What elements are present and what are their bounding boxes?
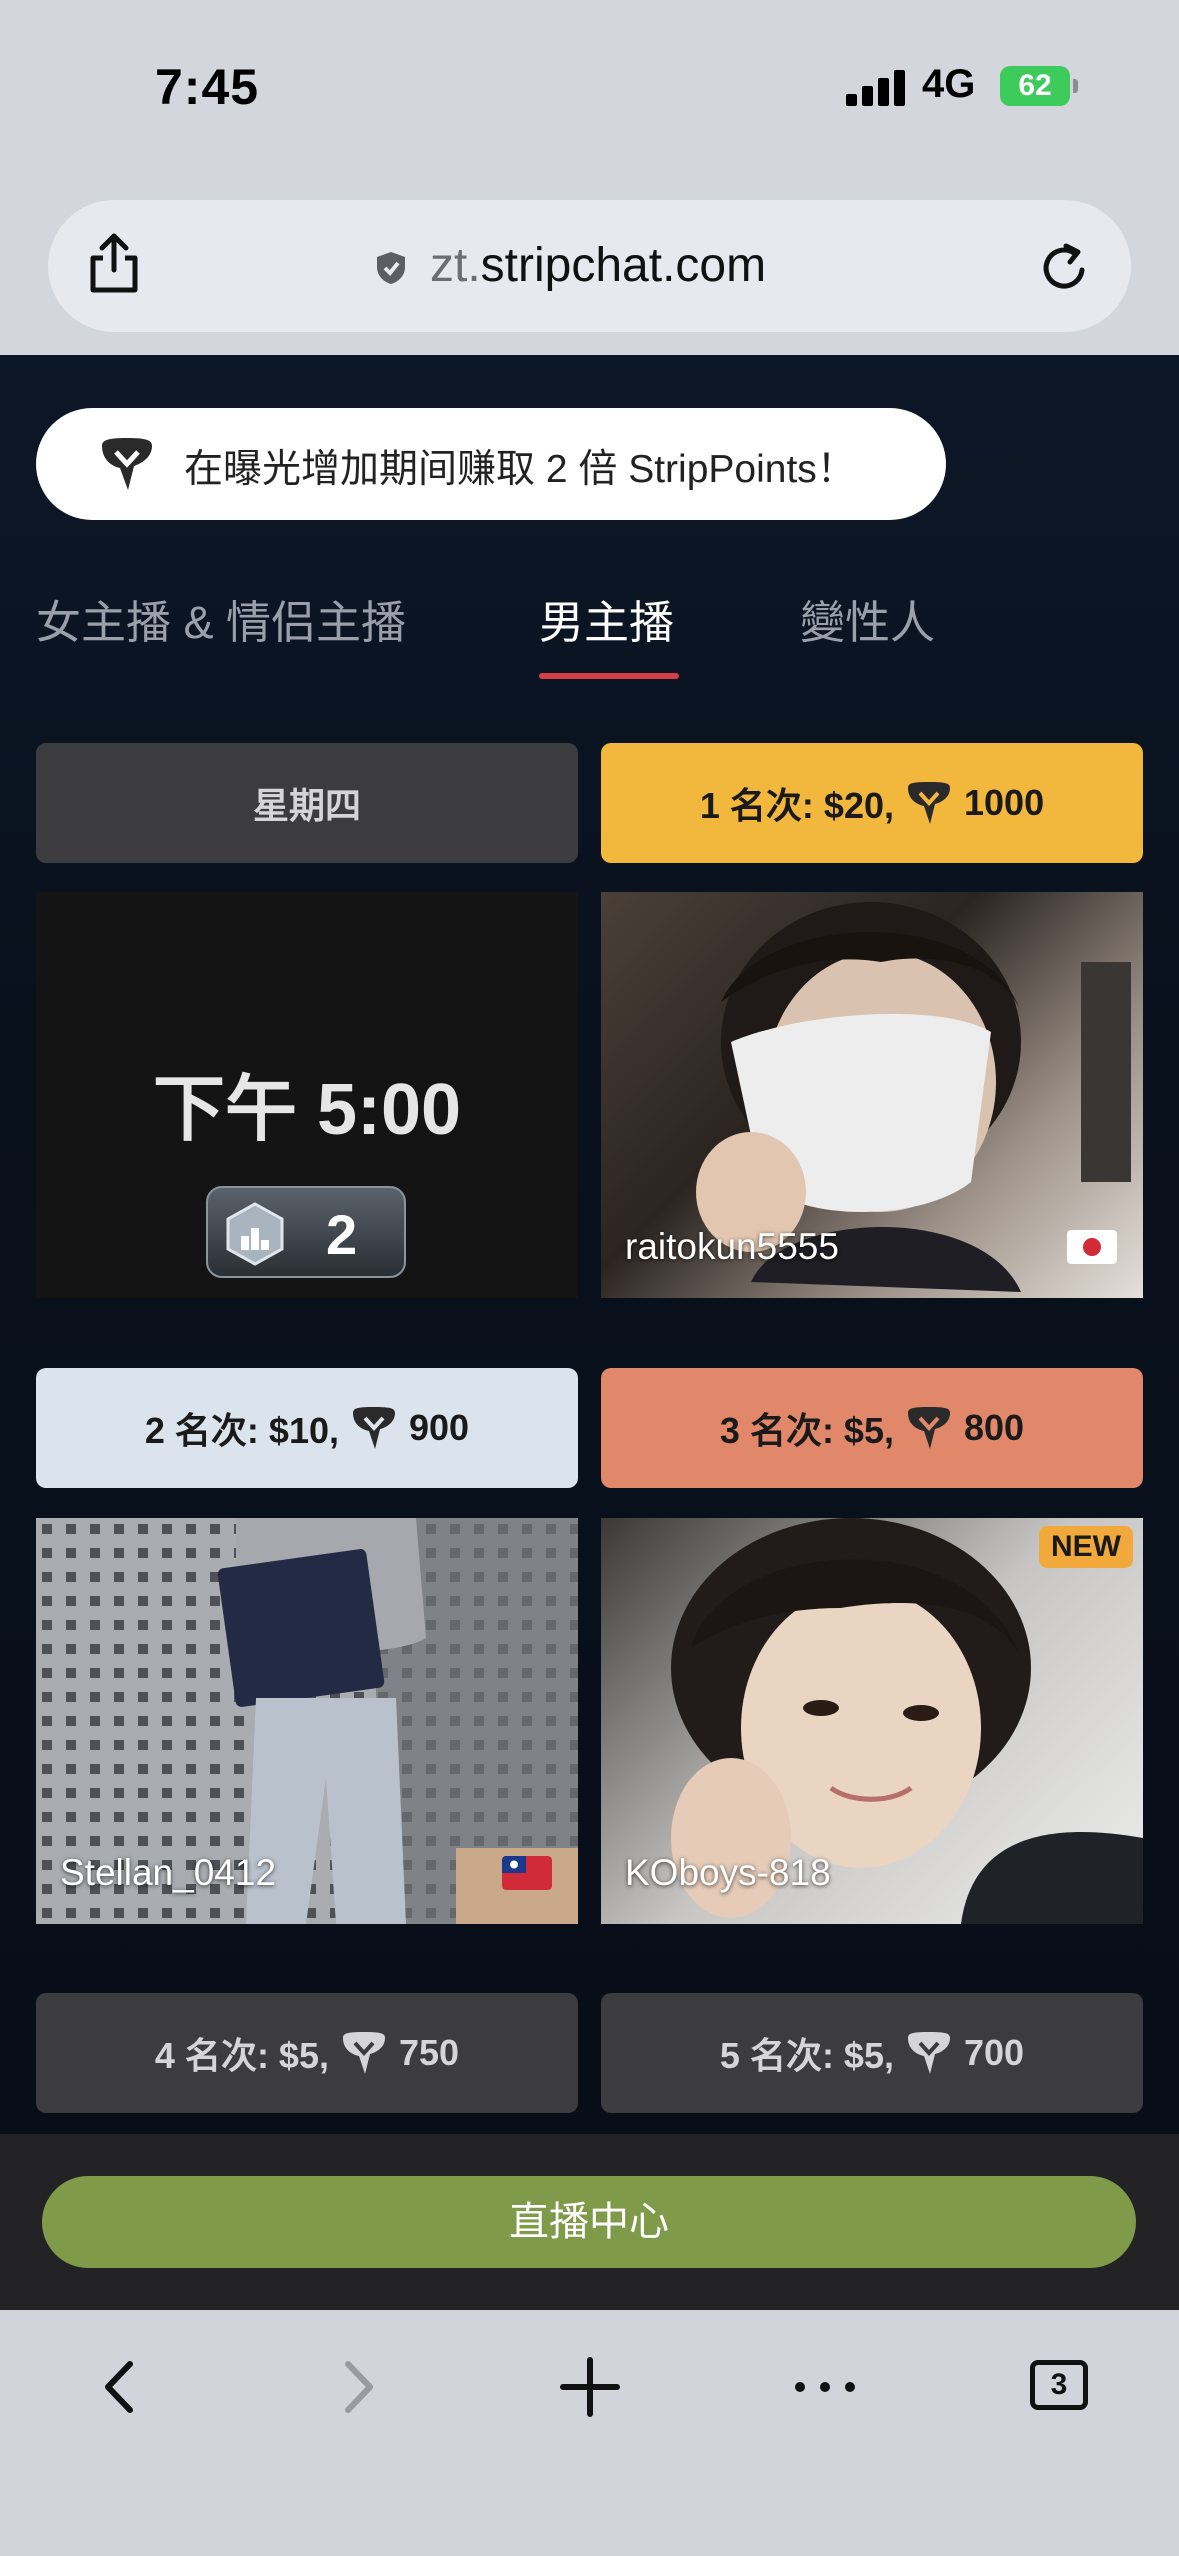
prize-label: 5 名次: $5,	[719, 2035, 894, 2076]
prize-rank-1: 1 名次: $20, 1000	[601, 743, 1143, 863]
new-tab-icon[interactable]	[555, 2352, 625, 2422]
page: 7:45 4G 62 zt.stripchat.com 在曝光增加期间赚取 2 …	[0, 0, 1179, 2556]
prize-label: 2 名次: $10,	[144, 1410, 339, 1451]
strippoints-icon	[353, 1407, 395, 1449]
more-icon[interactable]	[790, 2352, 860, 2422]
tab-men[interactable]: 男主播	[539, 586, 674, 651]
model-card-stellan[interactable]: Stellan_0412	[36, 1518, 578, 1924]
tabs-count-button[interactable]: 3	[1030, 2360, 1088, 2410]
day-label: 星期四	[252, 785, 361, 826]
rank-number: 2	[326, 1203, 358, 1266]
banner-text: 在曝光增加期间赚取 2 倍 StripPoints！	[184, 448, 856, 491]
tab-trans[interactable]: 變性人	[800, 586, 935, 651]
prize-label: 4 名次: $5,	[154, 2035, 329, 2076]
browser-toolbar	[0, 2310, 1179, 2556]
prize-rank-5: 5 名次: $5, 700	[601, 1993, 1143, 2113]
active-tab-indicator	[539, 673, 679, 679]
prize-points: 700	[963, 2032, 1025, 2073]
signal-icon	[846, 70, 906, 106]
taiwan-flag-icon	[502, 1856, 552, 1890]
strippoints-icon	[342, 2032, 385, 2074]
network-label: 4G	[922, 62, 976, 106]
prize-points: 1000	[964, 782, 1045, 823]
prize-points: 750	[398, 2032, 460, 2073]
share-icon[interactable]	[85, 232, 143, 296]
url-subdomain: zt.	[430, 239, 481, 292]
strippoints-icon	[102, 438, 152, 490]
model-name: Stellan_0412	[60, 1852, 277, 1893]
prize-rank-4: 4 名次: $5, 750	[36, 1993, 578, 2113]
prize-points: 900	[409, 1407, 470, 1448]
prize-label: 3 名次: $5,	[719, 1410, 894, 1451]
reload-icon[interactable]	[1036, 240, 1092, 296]
schedule-time: 下午 5:00	[152, 1070, 462, 1150]
rank-badge: 2	[206, 1186, 406, 1278]
prize-points: 800	[963, 1407, 1025, 1448]
strippoints-icon	[907, 2032, 950, 2074]
japan-flag-icon	[1067, 1230, 1117, 1264]
prize-rank-3: 3 名次: $5, 800	[601, 1368, 1143, 1488]
day-header: 星期四	[36, 743, 578, 863]
url-text[interactable]: zt.stripchat.com	[430, 238, 766, 293]
status-time: 7:45	[155, 59, 260, 115]
broadcast-center-button[interactable]: 直播中心	[42, 2176, 1136, 2268]
model-name: KOboys-818	[625, 1852, 831, 1893]
back-icon[interactable]	[86, 2352, 156, 2422]
strippoints-icon	[908, 782, 950, 824]
battery-icon: 62	[1000, 66, 1078, 106]
url-domain: stripchat.com	[480, 239, 767, 292]
model-card-koboys[interactable]: NEW KOboys-818	[601, 1518, 1143, 1924]
shield-icon	[377, 252, 405, 284]
forward-icon[interactable]	[322, 2352, 392, 2422]
schedule-card: 下午 5:00 2	[36, 892, 578, 1298]
podium-icon	[226, 1202, 284, 1266]
prize-label: 1 名次: $20,	[699, 785, 894, 826]
model-name: raitokun5555	[625, 1226, 839, 1267]
model-card-raitokun5555[interactable]: raitokun5555	[601, 892, 1143, 1298]
promo-banner[interactable]: 在曝光增加期间赚取 2 倍 StripPoints！	[36, 408, 946, 520]
tab-women-couples[interactable]: 女主播 & 情侣主播	[36, 586, 406, 651]
prize-rank-2: 2 名次: $10, 900	[36, 1368, 578, 1488]
strippoints-icon	[907, 1407, 950, 1449]
new-badge: NEW	[1039, 1526, 1133, 1568]
